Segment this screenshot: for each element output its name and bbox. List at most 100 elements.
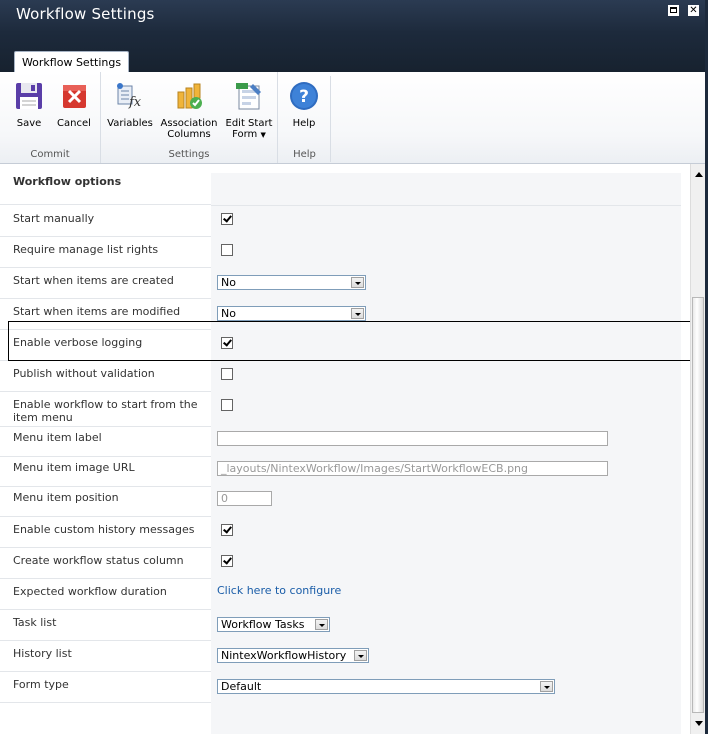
scroll-up-icon[interactable]: [691, 167, 706, 182]
row-form-type: Form type Default: [0, 672, 690, 704]
variables-icon: fx: [117, 83, 142, 110]
cancel-icon: [63, 85, 86, 108]
edit-start-form-label-line2: Form: [232, 129, 258, 140]
edit-start-form-label-line1: Edit Start: [225, 118, 273, 129]
cancel-button[interactable]: Cancel: [55, 80, 93, 129]
form-type-select[interactable]: Default: [217, 679, 555, 694]
menu-item-position-input[interactable]: 0: [217, 491, 272, 506]
save-icon: [16, 83, 42, 109]
title-bar: Workflow Settings ✕ Workflow Settings: [0, 0, 708, 73]
tab-workflow-settings[interactable]: Workflow Settings: [14, 51, 129, 73]
label-expected-duration: Expected workflow duration: [13, 585, 167, 598]
group-label-help: Help: [293, 149, 316, 160]
chevron-down-icon[interactable]: [351, 308, 364, 319]
menu-item-label-input[interactable]: [217, 431, 608, 446]
row-menu-item-position: Menu item position 0: [0, 487, 690, 518]
label-menu-item-label: Menu item label: [13, 431, 102, 444]
value-cell: [211, 427, 681, 458]
value-cell: Click here to configure: [211, 579, 681, 611]
value-cell: No: [211, 268, 681, 300]
custom-history-checkbox[interactable]: [221, 524, 233, 536]
chevron-down-icon: ▼: [260, 131, 266, 139]
label-publish-without-validation: Publish without validation: [13, 367, 155, 380]
start-when-modified-value: No: [221, 307, 236, 320]
label-verbose-logging: Enable verbose logging: [13, 336, 143, 349]
scroll-thumb[interactable]: [692, 297, 704, 713]
maximize-icon[interactable]: [668, 5, 679, 16]
task-list-value: Workflow Tasks: [221, 618, 305, 631]
save-label: Save: [16, 118, 42, 129]
svg-text:fx: fx: [128, 95, 142, 110]
row-expected-duration: Expected workflow duration Click here to…: [0, 579, 690, 611]
row-start-when-modified: Start when items are modified No: [0, 299, 690, 331]
value-cell: [211, 237, 681, 269]
chevron-down-icon[interactable]: [315, 619, 328, 630]
history-list-select[interactable]: NintexWorkflowHistory: [217, 648, 369, 663]
row-enable-item-menu: Enable workflow to start from the item m…: [0, 392, 690, 428]
value-cell: Default: [211, 672, 681, 704]
close-icon[interactable]: ✕: [688, 5, 699, 16]
window-title: Workflow Settings: [16, 5, 155, 23]
configure-duration-link[interactable]: Click here to configure: [217, 584, 341, 597]
row-divider: [0, 702, 211, 703]
row-start-when-created: Start when items are created No: [0, 268, 690, 300]
section-title: Workflow options: [13, 175, 122, 188]
menu-item-image-url-input[interactable]: _layouts/NintexWorkflow/Images/StartWork…: [217, 461, 608, 476]
value-cell: _layouts/NintexWorkflow/Images/StartWork…: [211, 457, 681, 488]
row-verbose-logging: Enable verbose logging: [0, 330, 690, 362]
label-menu-item-image-url: Menu item image URL: [13, 461, 135, 474]
publish-without-validation-checkbox[interactable]: [221, 368, 233, 380]
value-cell: No: [211, 299, 681, 331]
association-columns-label-line2: Columns: [167, 129, 211, 140]
value-cell: Workflow Tasks: [211, 610, 681, 642]
value-cell: NintexWorkflowHistory: [211, 641, 681, 673]
help-label: Help: [292, 118, 316, 129]
chevron-down-icon[interactable]: [540, 681, 553, 692]
value-cell: [211, 392, 681, 428]
enable-item-menu-checkbox[interactable]: [221, 399, 233, 411]
start-when-modified-select[interactable]: No: [217, 306, 366, 321]
chevron-down-icon[interactable]: [354, 650, 367, 661]
ribbon-divider: [330, 76, 331, 162]
label-start-when-modified: Start when items are modified: [13, 305, 181, 318]
value-cell: 0: [211, 487, 681, 518]
start-manually-checkbox[interactable]: [221, 213, 233, 225]
vertical-scrollbar[interactable]: [690, 164, 706, 734]
row-start-manually: Start manually: [0, 206, 690, 238]
row-publish-without-validation: Publish without validation: [0, 361, 690, 393]
label-form-type: Form type: [13, 678, 69, 691]
label-menu-item-position: Menu item position: [13, 491, 119, 504]
workflow-options-form: Workflow options Start manually Require …: [0, 164, 690, 734]
form-type-value: Default: [221, 680, 262, 693]
cancel-label: Cancel: [57, 118, 91, 129]
variables-button[interactable]: fx Variables: [105, 80, 155, 129]
group-label-commit: Commit: [30, 149, 70, 160]
require-manage-list-rights-checkbox[interactable]: [221, 244, 233, 256]
task-list-select[interactable]: Workflow Tasks: [217, 617, 330, 632]
label-history-list: History list: [13, 647, 72, 660]
status-column-checkbox[interactable]: [221, 555, 233, 567]
start-when-created-select[interactable]: No: [217, 275, 366, 290]
row-status-column: Create workflow status column: [0, 548, 690, 580]
section-divider: [0, 204, 211, 205]
history-list-value: NintexWorkflowHistory: [221, 649, 347, 662]
save-button[interactable]: Save: [12, 80, 46, 129]
edit-start-form-button[interactable]: Edit Start Form ▼: [223, 80, 275, 141]
row-require-manage-list-rights: Require manage list rights: [0, 237, 690, 269]
label-status-column: Create workflow status column: [13, 554, 184, 567]
association-columns-label-line1: Association: [160, 118, 218, 129]
row-menu-item-image-url: Menu item image URL _layouts/NintexWorkf…: [0, 457, 690, 488]
row-custom-history: Enable custom history messages: [0, 517, 690, 549]
row-history-list: History list NintexWorkflowHistory: [0, 641, 690, 673]
help-button[interactable]: ? Help: [287, 80, 321, 129]
scroll-down-icon[interactable]: [691, 716, 706, 731]
chevron-down-icon[interactable]: [351, 277, 364, 288]
label-custom-history: Enable custom history messages: [13, 523, 195, 536]
ribbon-group-help: ? Help Help: [277, 72, 331, 163]
start-when-created-value: No: [221, 276, 236, 289]
section-header-value-cell: [211, 173, 681, 206]
value-cell: [211, 330, 681, 362]
verbose-logging-checkbox[interactable]: [221, 337, 233, 349]
association-columns-button[interactable]: Association Columns: [159, 80, 219, 140]
ribbon: Save Cancel Commit fx Variables Associat…: [0, 72, 708, 164]
